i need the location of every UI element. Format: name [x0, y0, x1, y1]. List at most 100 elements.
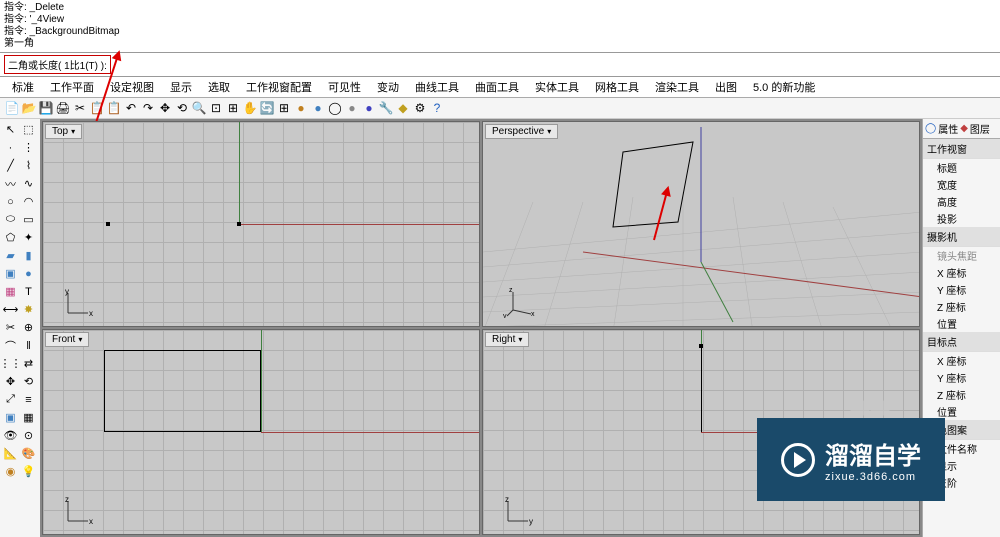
- star-icon[interactable]: ✦: [20, 229, 37, 246]
- polygon-icon[interactable]: ⬠: [2, 229, 19, 246]
- tab-drafting[interactable]: 出图: [707, 77, 745, 97]
- undo-icon[interactable]: ↶: [123, 100, 139, 116]
- tab-setview[interactable]: 设定视图: [102, 77, 162, 97]
- move-icon[interactable]: ✥: [157, 100, 173, 116]
- help-icon[interactable]: ?: [429, 100, 445, 116]
- ellipse-icon[interactable]: ⬭: [2, 211, 19, 228]
- explode-icon[interactable]: ✸: [20, 301, 37, 318]
- chevron-down-icon[interactable]: ▾: [71, 127, 75, 136]
- prop-projection[interactable]: 投影: [923, 210, 1000, 227]
- wireframe-icon[interactable]: ◯: [327, 100, 343, 116]
- text-icon[interactable]: T: [20, 283, 37, 300]
- points-icon[interactable]: ⋮: [20, 139, 37, 156]
- tab-transform[interactable]: 变动: [369, 77, 407, 97]
- shade-icon[interactable]: ●: [293, 100, 309, 116]
- tab-curve-tools[interactable]: 曲线工具: [407, 77, 467, 97]
- 4view-icon[interactable]: ⊞: [276, 100, 292, 116]
- tab-solid-tools[interactable]: 实体工具: [527, 77, 587, 97]
- tab-viewport-layout[interactable]: 工作视窗配置: [238, 77, 320, 97]
- prop-tgt-z[interactable]: Z 座标: [923, 386, 1000, 403]
- zoom-window-icon[interactable]: 🔍: [191, 100, 207, 116]
- array-icon[interactable]: ⋮⋮: [2, 355, 19, 372]
- tab-layers[interactable]: ◆ 图层: [960, 121, 990, 136]
- point-icon[interactable]: ·: [2, 139, 19, 156]
- polyline-icon[interactable]: ⌇: [20, 157, 37, 174]
- arc-icon[interactable]: ◠: [20, 193, 37, 210]
- trim-icon[interactable]: ✂: [2, 319, 19, 336]
- prop-cam-z[interactable]: Z 座标: [923, 298, 1000, 315]
- viewport-label-right[interactable]: Right ▾: [485, 332, 529, 347]
- prop-width[interactable]: 宽度: [923, 176, 1000, 193]
- chevron-down-icon[interactable]: ▾: [547, 127, 551, 136]
- viewport-label-top[interactable]: Top ▾: [45, 124, 82, 139]
- options-icon[interactable]: ⚙: [412, 100, 428, 116]
- fillet-icon[interactable]: ⌒: [2, 337, 19, 354]
- pan-icon[interactable]: ✋: [242, 100, 258, 116]
- viewport-front[interactable]: Front ▾ xz: [42, 329, 480, 535]
- prop-cam-pos[interactable]: 位置: [923, 315, 1000, 332]
- chevron-down-icon[interactable]: ▾: [518, 335, 522, 344]
- cut-icon[interactable]: ✂: [72, 100, 88, 116]
- tab-new-v5[interactable]: 5.0 的新功能: [745, 77, 823, 97]
- offset-icon[interactable]: ‖: [20, 337, 37, 354]
- rotate-icon[interactable]: ⟲: [174, 100, 190, 116]
- layers-icon[interactable]: ◆: [395, 100, 411, 116]
- prop-cam-y[interactable]: Y 座标: [923, 281, 1000, 298]
- print-icon[interactable]: 🖨: [55, 100, 71, 116]
- join-icon[interactable]: ⊕: [20, 319, 37, 336]
- box-icon[interactable]: ▣: [2, 265, 19, 282]
- new-icon[interactable]: 📄: [4, 100, 20, 116]
- ghosted-icon[interactable]: ●: [344, 100, 360, 116]
- hide-icon[interactable]: 👁: [2, 427, 19, 444]
- zoom-extents-icon[interactable]: ⊡: [208, 100, 224, 116]
- xray-icon[interactable]: ●: [361, 100, 377, 116]
- circle-icon[interactable]: ○: [2, 193, 19, 210]
- tab-mesh-tools[interactable]: 网格工具: [587, 77, 647, 97]
- curve-icon[interactable]: 〰: [2, 175, 19, 192]
- zoom-selected-icon[interactable]: ⊞: [225, 100, 241, 116]
- redo-icon[interactable]: ↷: [140, 100, 156, 116]
- rectangle-icon[interactable]: ▭: [20, 211, 37, 228]
- chevron-down-icon[interactable]: ▾: [78, 335, 82, 344]
- rotate-view-icon[interactable]: 🔄: [259, 100, 275, 116]
- paste-icon[interactable]: 📋: [106, 100, 122, 116]
- tab-properties[interactable]: ◯ 属性: [925, 121, 958, 136]
- viewport-label-perspective[interactable]: Perspective ▾: [485, 124, 558, 139]
- interp-curve-icon[interactable]: ∿: [20, 175, 37, 192]
- viewport-top[interactable]: Top ▾ xy: [42, 121, 480, 327]
- dim-icon[interactable]: ⟷: [2, 301, 19, 318]
- align-icon[interactable]: ≡: [20, 391, 37, 408]
- material-icon[interactable]: ◉: [2, 463, 19, 480]
- tab-render-tools[interactable]: 渲染工具: [647, 77, 707, 97]
- line-icon[interactable]: ╱: [2, 157, 19, 174]
- surface-icon[interactable]: ▰: [2, 247, 19, 264]
- tab-standard[interactable]: 标准: [4, 77, 42, 97]
- tab-visibility[interactable]: 可见性: [320, 77, 369, 97]
- viewport-perspective[interactable]: Perspective ▾ xyz: [482, 121, 920, 327]
- move-tool-icon[interactable]: ✥: [2, 373, 19, 390]
- extrude-icon[interactable]: ▮: [20, 247, 37, 264]
- pointer-icon[interactable]: ↖: [2, 121, 19, 138]
- tab-surface-tools[interactable]: 曲面工具: [467, 77, 527, 97]
- group-icon[interactable]: ▣: [2, 409, 19, 426]
- mirror-icon[interactable]: ⇄: [20, 355, 37, 372]
- command-input[interactable]: [115, 59, 996, 70]
- tab-select[interactable]: 选取: [200, 77, 238, 97]
- scale-icon[interactable]: ⤢: [2, 391, 19, 408]
- prop-tgt-x[interactable]: X 座标: [923, 352, 1000, 369]
- sphere-icon[interactable]: ●: [20, 265, 37, 282]
- properties-icon[interactable]: 🔧: [378, 100, 394, 116]
- analyze-icon[interactable]: 📐: [2, 445, 19, 462]
- prop-title[interactable]: 标题: [923, 159, 1000, 176]
- render-tool-icon[interactable]: 🎨: [20, 445, 37, 462]
- tab-cplane[interactable]: 工作平面: [42, 77, 102, 97]
- lasso-icon[interactable]: ⬚: [20, 121, 37, 138]
- prop-height[interactable]: 高度: [923, 193, 1000, 210]
- rotate-tool-icon[interactable]: ⟲: [20, 373, 37, 390]
- prop-cam-x[interactable]: X 座标: [923, 264, 1000, 281]
- save-icon[interactable]: 💾: [38, 100, 54, 116]
- prop-focal[interactable]: 镜头焦距: [923, 247, 1000, 264]
- block-icon[interactable]: ▦: [20, 409, 37, 426]
- render-icon[interactable]: ●: [310, 100, 326, 116]
- tab-display[interactable]: 显示: [162, 77, 200, 97]
